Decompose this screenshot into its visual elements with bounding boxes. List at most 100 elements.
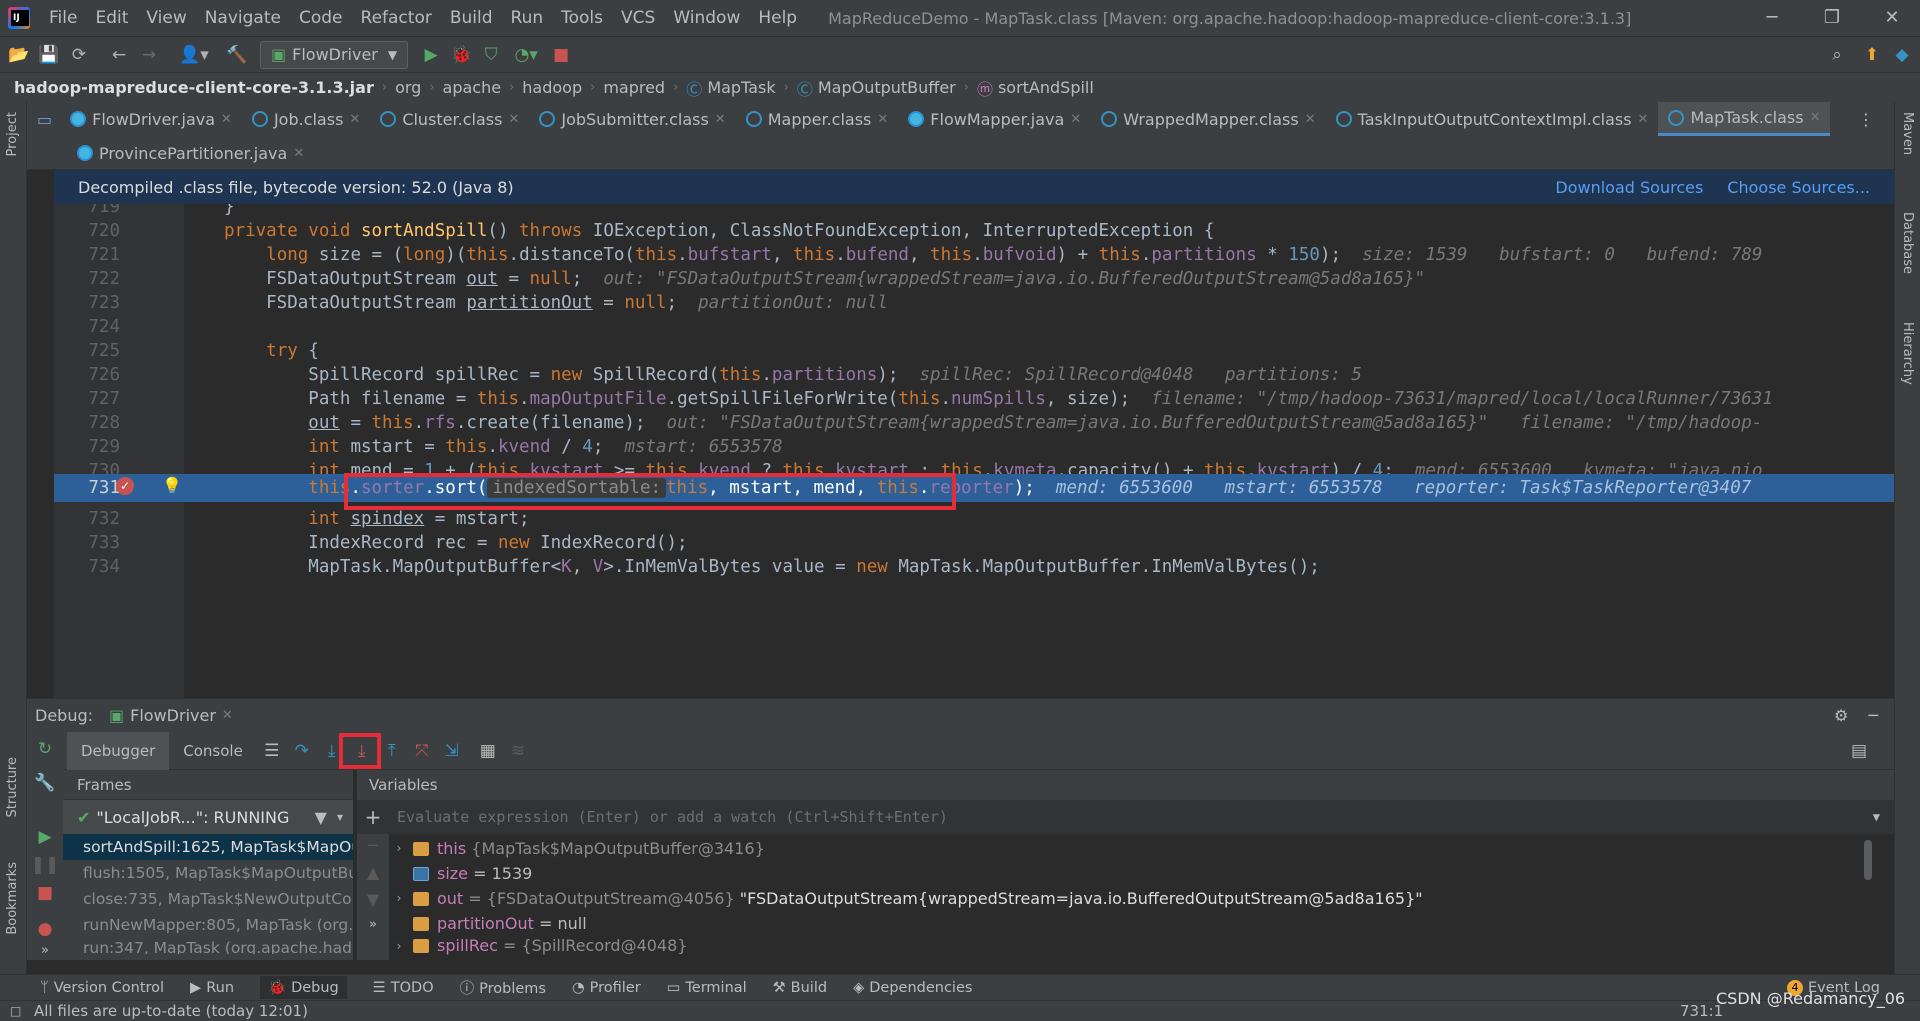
- add-watch-icon[interactable]: +: [357, 805, 389, 829]
- breadcrumb-method[interactable]: sortAndSpill: [998, 78, 1094, 97]
- chevron-down-icon[interactable]: ▾: [337, 810, 343, 824]
- remove-icon[interactable]: ─: [357, 836, 389, 855]
- breadcrumb-mapred[interactable]: mapred: [603, 78, 665, 97]
- menu-file[interactable]: File: [40, 8, 86, 28]
- step-out-icon[interactable]: ⤒: [377, 736, 407, 766]
- choose-sources-link[interactable]: Choose Sources...: [1727, 178, 1870, 197]
- menu-tools[interactable]: Tools: [552, 8, 612, 28]
- tab-console[interactable]: Console: [169, 732, 257, 770]
- frame-item[interactable]: close:735, MapTask$NewOutputColle: [63, 886, 353, 912]
- thread-selector[interactable]: ✔ "LocalJobR...": RUNNING ▼ ▾: [63, 800, 353, 834]
- expand-icon[interactable]: ›: [389, 886, 409, 911]
- resume-icon[interactable]: ▶: [30, 822, 60, 852]
- build-hammer-icon[interactable]: 🔨: [222, 40, 252, 70]
- drop-frame-icon[interactable]: ⤧: [407, 736, 437, 766]
- jetbrains-toolbox-icon[interactable]: ◆: [1887, 40, 1917, 70]
- tab-cluster[interactable]: Cluster.class ✕: [370, 102, 529, 136]
- hierarchy-tool-button[interactable]: Hierarchy: [1900, 322, 1915, 385]
- breadcrumb-jar[interactable]: hadoop-mapreduce-client-core-3.1.3.jar: [14, 78, 374, 97]
- move-down-icon[interactable]: ▼: [357, 890, 389, 909]
- step-over-icon[interactable]: ↷: [287, 736, 317, 766]
- scrollbar[interactable]: [1864, 840, 1872, 880]
- database-tool-button[interactable]: Database: [1900, 212, 1915, 274]
- chevron-down-icon[interactable]: ▼: [1873, 810, 1880, 824]
- menu-code[interactable]: Code: [290, 8, 352, 28]
- tool-problems[interactable]: ⓘ Problems: [460, 977, 546, 998]
- rerun-icon[interactable]: ↻: [30, 734, 60, 764]
- menu-refactor[interactable]: Refactor: [352, 8, 441, 28]
- stop-icon[interactable]: ■: [30, 878, 60, 908]
- breadcrumb-maptask[interactable]: MapTask: [707, 78, 775, 97]
- variable-row[interactable]: partitionOut = null: [389, 911, 1869, 936]
- debug-session-tab[interactable]: ▣ FlowDriver ✕: [109, 706, 233, 725]
- run-config-selector[interactable]: ▣ FlowDriver ▼: [260, 40, 409, 69]
- tab-job[interactable]: Job.class ✕: [242, 102, 370, 136]
- run-to-cursor-icon[interactable]: ⇲: [437, 736, 467, 766]
- menu-help[interactable]: Help: [749, 8, 806, 28]
- tool-debug[interactable]: 🐞 Debug: [260, 976, 347, 999]
- menu-vcs[interactable]: VCS: [612, 8, 664, 28]
- menu-run[interactable]: Run: [502, 8, 553, 28]
- tool-build[interactable]: ⚒ Build: [773, 980, 827, 996]
- breadcrumb-hadoop[interactable]: hadoop: [522, 78, 582, 97]
- close-tab-icon[interactable]: ✕: [1305, 112, 1316, 127]
- structure-tool-button[interactable]: Structure: [5, 757, 20, 817]
- frame-item[interactable]: runNewMapper:805, MapTask (org.a: [63, 912, 353, 938]
- close-tab-icon[interactable]: ✕: [715, 112, 726, 127]
- close-tab-icon[interactable]: ✕: [1070, 112, 1081, 127]
- minimize-icon[interactable]: ─: [1744, 0, 1800, 36]
- maximize-icon[interactable]: ❐: [1804, 0, 1860, 36]
- close-tab-icon[interactable]: ✕: [1810, 110, 1821, 125]
- tab-flowdriver[interactable]: FlowDriver.java ✕: [60, 102, 242, 136]
- tool-run[interactable]: ▶ Run: [190, 980, 234, 996]
- expand-icon[interactable]: ›: [389, 936, 409, 956]
- close-tab-icon[interactable]: ✕: [349, 112, 360, 127]
- variable-row[interactable]: › spillRec = {SpillRecord@4048}: [389, 936, 1869, 956]
- debug-bug-icon[interactable]: 🐞: [446, 40, 476, 70]
- variable-row[interactable]: › this {MapTask$MapOutputBuffer@3416}: [389, 836, 1869, 861]
- intention-bulb-icon[interactable]: 💡: [162, 476, 182, 495]
- more-tabs-icon[interactable]: ⋮: [1858, 110, 1874, 129]
- evaluate-expression-icon[interactable]: ▦: [473, 736, 503, 766]
- user-icon[interactable]: 👤▾: [174, 40, 214, 70]
- variable-row[interactable]: › out = {FSDataOutputStream@4056} "FSDat…: [389, 886, 1869, 911]
- more-icon[interactable]: »: [357, 917, 389, 932]
- trace-icon[interactable]: ≋: [503, 736, 533, 766]
- download-sources-link[interactable]: Download Sources: [1555, 178, 1703, 197]
- tab-mapper[interactable]: Mapper.class ✕: [736, 102, 899, 136]
- search-icon[interactable]: ⌕: [1822, 40, 1852, 70]
- wrench-icon[interactable]: 🔧: [30, 768, 60, 798]
- evaluate-expression-input[interactable]: Evaluate expression (Enter) or add a wat…: [397, 808, 948, 826]
- close-tab-icon[interactable]: ✕: [293, 146, 304, 161]
- tab-taskinputoutputcontextimpl[interactable]: TaskInputOutputContextImpl.class ✕: [1326, 102, 1659, 136]
- open-folder-icon[interactable]: 📂: [4, 40, 34, 70]
- tool-terminal[interactable]: ▭ Terminal: [667, 980, 747, 996]
- pause-icon[interactable]: ❚❚: [30, 850, 60, 880]
- update-icon[interactable]: ⬆: [1857, 40, 1887, 70]
- restore-layout-icon[interactable]: ▤: [1844, 736, 1874, 766]
- save-icon[interactable]: 💾: [34, 40, 64, 70]
- bookmarks-tool-button[interactable]: Bookmarks: [5, 862, 20, 935]
- layout-menu-icon[interactable]: ☰: [257, 736, 287, 766]
- project-view-icon[interactable]: ▭: [37, 110, 52, 129]
- maven-tool-button[interactable]: Maven: [1900, 112, 1915, 155]
- more-icon[interactable]: »: [30, 936, 60, 966]
- breadcrumb-org[interactable]: org: [395, 78, 421, 97]
- code-editor[interactable]: 719} 720 private void sortAndSpill() thro…: [54, 204, 1894, 698]
- tool-dependencies[interactable]: ◈ Dependencies: [853, 980, 972, 996]
- tab-provincepartitioner[interactable]: ProvincePartitioner.java ✕: [67, 136, 314, 170]
- breadcrumb-mapoutputbuffer[interactable]: MapOutputBuffer: [818, 78, 956, 97]
- coverage-icon[interactable]: ⛉: [476, 40, 506, 70]
- expand-icon[interactable]: ›: [389, 836, 409, 861]
- menu-navigate[interactable]: Navigate: [196, 8, 290, 28]
- profile-icon[interactable]: ◔▾: [506, 40, 546, 70]
- close-tab-icon[interactable]: ✕: [221, 112, 232, 127]
- close-window-icon[interactable]: ✕: [1864, 0, 1920, 36]
- tool-profiler[interactable]: ◔ Profiler: [572, 980, 641, 996]
- tab-flowmapper[interactable]: FlowMapper.java ✕: [898, 102, 1091, 136]
- menu-edit[interactable]: Edit: [86, 8, 137, 28]
- menu-window[interactable]: Window: [664, 8, 749, 28]
- hide-panel-icon[interactable]: ─: [1868, 706, 1878, 725]
- close-tab-icon[interactable]: ✕: [508, 112, 519, 127]
- breadcrumb-apache[interactable]: apache: [443, 78, 502, 97]
